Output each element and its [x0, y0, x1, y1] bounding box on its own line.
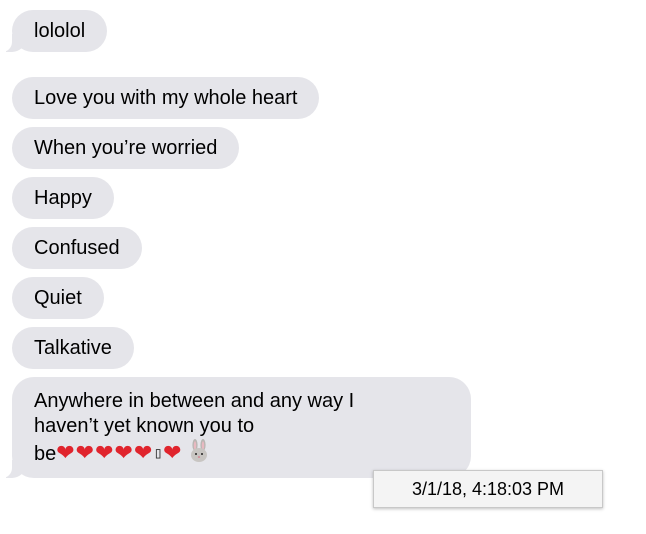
- message-bubble[interactable]: Anywhere in between and any way I haven’…: [0, 377, 471, 478]
- message-thread: lololol Love you with my whole heart Whe…: [0, 0, 646, 534]
- rabbit-face-icon: [190, 439, 207, 462]
- message-text: Talkative: [34, 337, 112, 359]
- message-text: Happy: [34, 187, 92, 209]
- message-bubble[interactable]: Confused: [12, 227, 142, 269]
- message-text: Confused: [34, 237, 120, 259]
- timestamp-tooltip: 3/1/18, 4:18:03 PM: [373, 470, 603, 508]
- missing-glyph-icon: ▯: [153, 443, 164, 462]
- message-bubble[interactable]: Happy: [12, 177, 114, 219]
- message-bubble[interactable]: Quiet: [12, 277, 104, 319]
- message-text: Quiet: [34, 287, 82, 309]
- message-bubble[interactable]: When you’re worried: [12, 127, 240, 169]
- message-text-line: Anywhere in between and any way I: [34, 390, 355, 412]
- timestamp-text: 3/1/18, 4:18:03 PM: [411, 479, 565, 499]
- message-bubble[interactable]: lololol: [0, 10, 108, 52]
- message-text-line: be❤❤❤❤❤▯❤: [34, 439, 449, 467]
- heart-emoji-icon: ❤: [163, 441, 183, 466]
- message-text: lololol: [34, 20, 86, 42]
- message-text-line: haven’t yet known you to: [34, 415, 255, 437]
- message-text: When you’re worried: [34, 137, 218, 159]
- message-text: be: [34, 443, 57, 465]
- heart-emoji-icon: ❤❤❤❤❤: [56, 441, 154, 466]
- message-bubble[interactable]: Talkative: [12, 327, 134, 369]
- message-text: Love you with my whole heart: [34, 87, 298, 109]
- message-bubble[interactable]: Love you with my whole heart: [12, 77, 320, 119]
